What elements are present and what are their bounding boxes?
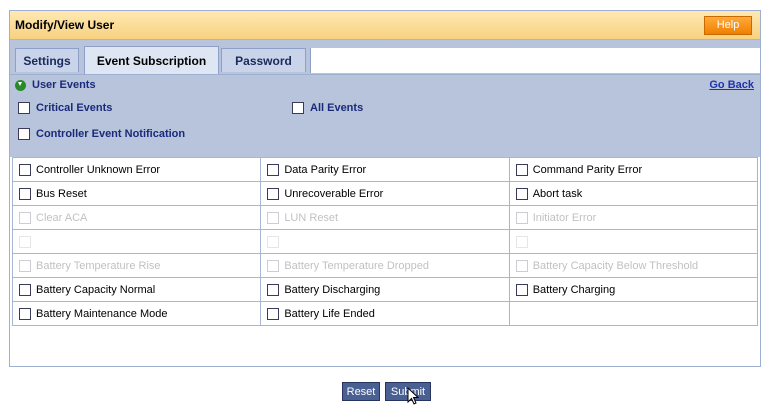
event-cell <box>11 229 262 254</box>
critical-events-option[interactable]: Critical Events <box>18 102 112 118</box>
event-cell: Abort task <box>508 181 759 206</box>
event-cell: Data Parity Error <box>260 157 510 182</box>
event-checkbox[interactable] <box>267 187 280 200</box>
events-row: Bus Reset Unrecoverable Error Abort task <box>11 181 759 206</box>
event-label: Battery Temperature Rise <box>36 259 161 272</box>
event-checkbox[interactable] <box>267 163 280 176</box>
controller-notification-option[interactable]: Controller Event Notification <box>18 128 185 144</box>
event-cell: Clear ACA <box>11 205 262 230</box>
event-label: Clear ACA <box>36 211 88 224</box>
all-events-option[interactable]: All Events <box>292 102 363 118</box>
events-table: Controller Unknown Error Data Parity Erro… <box>11 157 759 326</box>
events-row: Clear ACA LUN Reset Initiator Error <box>11 205 759 230</box>
event-label: Battery Life Ended <box>284 307 375 320</box>
go-back-link[interactable]: Go Back <box>709 79 754 91</box>
event-checkbox[interactable] <box>267 307 280 320</box>
event-cell: Battery Discharging <box>260 277 510 302</box>
event-cell: Battery Capacity Below Threshold <box>508 253 759 278</box>
event-label: Battery Capacity Below Threshold <box>532 259 699 272</box>
tab-strip: Settings Event Subscription Password <box>10 40 760 75</box>
event-cell: Battery Temperature Dropped <box>260 253 510 278</box>
event-checkbox[interactable] <box>515 235 528 248</box>
event-checkbox[interactable] <box>19 163 31 176</box>
event-label: Command Parity Error <box>532 163 643 176</box>
page-title: Modify/View User <box>15 18 115 32</box>
event-cell: Initiator Error <box>508 205 759 230</box>
event-cell: Battery Capacity Normal <box>11 277 262 302</box>
event-checkbox[interactable] <box>267 283 280 296</box>
event-checkbox[interactable] <box>19 187 31 200</box>
event-checkbox[interactable] <box>267 259 280 272</box>
event-checkbox[interactable] <box>515 187 528 200</box>
event-label: Battery Charging <box>532 283 616 296</box>
reset-button[interactable]: Reset <box>342 382 380 401</box>
critical-events-label: Critical Events <box>36 102 113 115</box>
events-row <box>11 229 759 254</box>
title-bar: Modify/View User Help <box>10 11 760 40</box>
all-events-label: All Events <box>310 102 364 115</box>
events-row: Controller Unknown Error Data Parity Erro… <box>11 157 759 182</box>
event-cell: Controller Unknown Error <box>11 157 262 182</box>
expand-arrow-icon[interactable] <box>15 80 26 91</box>
event-checkbox[interactable] <box>515 259 528 272</box>
event-label: Battery Capacity Normal <box>36 283 156 296</box>
event-cell: Unrecoverable Error <box>260 181 510 206</box>
event-checkbox[interactable] <box>19 307 31 320</box>
event-label: Battery Discharging <box>284 283 381 296</box>
event-checkbox[interactable] <box>19 211 31 224</box>
event-cell: Battery Life Ended <box>260 301 510 326</box>
user-events-header: User Events Go Back <box>10 75 760 97</box>
tab-password[interactable]: Password <box>221 48 306 72</box>
event-cell: Bus Reset <box>11 181 262 206</box>
tab-strip-fill <box>310 48 760 73</box>
tab-settings[interactable]: Settings <box>15 48 79 72</box>
modify-user-panel: Modify/View User Help Settings Event Sub… <box>9 10 761 367</box>
event-checkbox[interactable] <box>515 163 528 176</box>
event-label: Battery Temperature Dropped <box>284 259 430 272</box>
event-checkbox[interactable] <box>267 211 280 224</box>
event-cell: LUN Reset <box>260 205 510 230</box>
event-label: Controller Unknown Error <box>36 163 161 176</box>
event-checkbox[interactable] <box>19 235 31 248</box>
event-label: Unrecoverable Error <box>284 187 384 200</box>
controller-notification-label: Controller Event Notification <box>36 128 186 141</box>
empty-cell <box>508 301 759 326</box>
event-cell: Battery Maintenance Mode <box>11 301 262 326</box>
help-button[interactable]: Help <box>704 16 752 35</box>
event-label: Battery Maintenance Mode <box>36 307 168 320</box>
user-events-label: User Events <box>32 79 96 91</box>
events-row: Battery Temperature Rise Battery Temperat… <box>11 253 759 278</box>
all-events-checkbox[interactable] <box>292 102 304 115</box>
event-label: Data Parity Error <box>284 163 367 176</box>
event-label: Initiator Error <box>532 211 597 224</box>
event-cell <box>260 229 510 254</box>
event-checkbox[interactable] <box>19 259 31 272</box>
event-cell: Command Parity Error <box>508 157 759 182</box>
event-options: Critical Events All Events Controller Ev… <box>10 97 760 157</box>
event-label: Bus Reset <box>36 187 87 200</box>
events-row: Battery Capacity Normal Battery Dischargi… <box>11 277 759 302</box>
controller-notification-checkbox[interactable] <box>18 128 30 141</box>
tab-event-subscription[interactable]: Event Subscription <box>84 46 219 74</box>
mouse-cursor-icon <box>407 387 420 405</box>
event-checkbox[interactable] <box>515 283 528 296</box>
event-cell: Battery Temperature Rise <box>11 253 262 278</box>
critical-events-checkbox[interactable] <box>18 102 30 115</box>
event-label: Abort task <box>532 187 583 200</box>
event-checkbox[interactable] <box>267 235 280 248</box>
event-checkbox[interactable] <box>19 283 31 296</box>
event-cell <box>508 229 759 254</box>
event-label: LUN Reset <box>284 211 339 224</box>
event-checkbox[interactable] <box>515 211 528 224</box>
events-row: Battery Maintenance Mode Battery Life End… <box>11 301 759 326</box>
event-cell: Battery Charging <box>508 277 759 302</box>
